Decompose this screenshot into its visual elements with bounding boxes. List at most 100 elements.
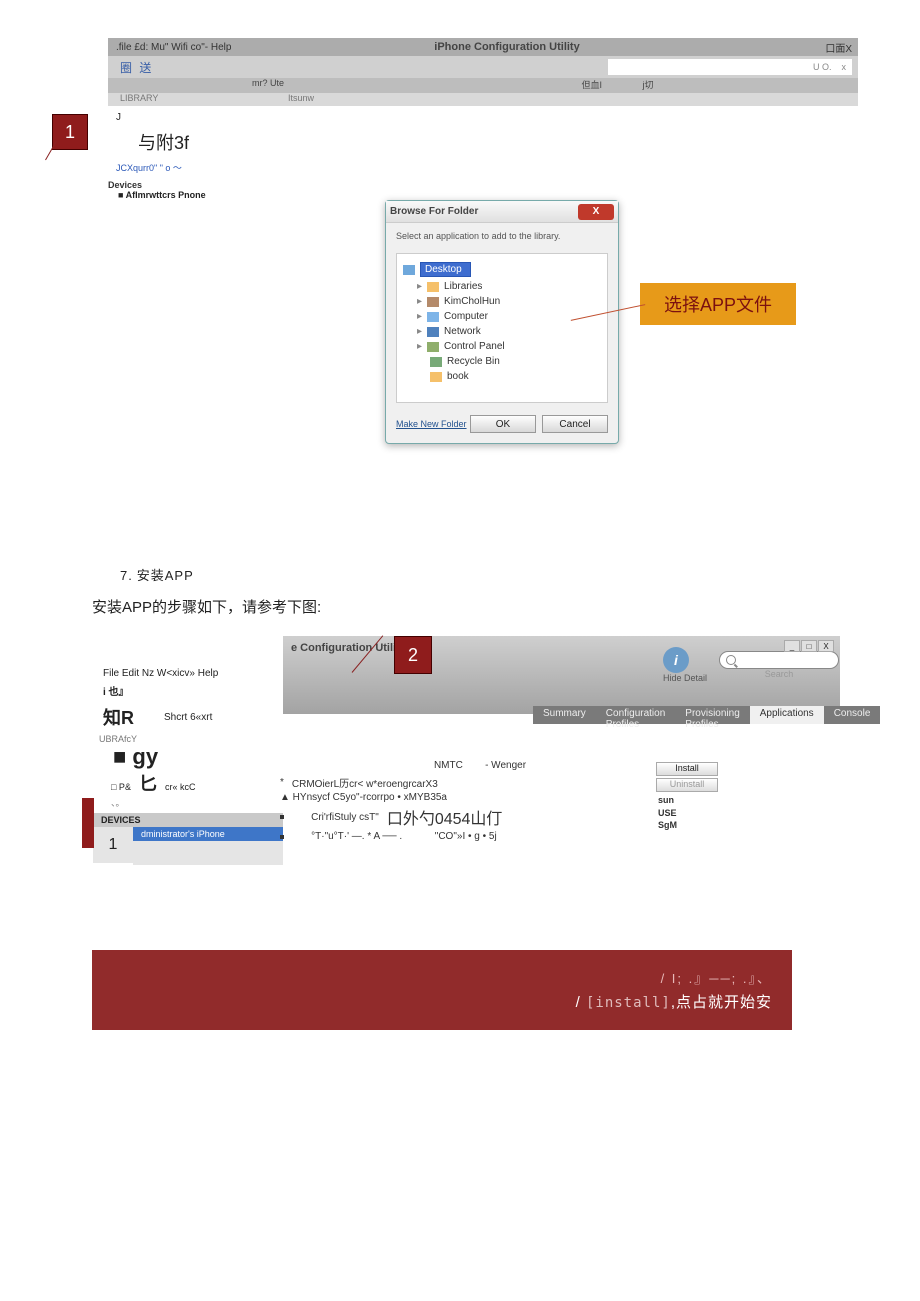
detail-hd2: - Wenger: [485, 760, 526, 771]
tree-item-cp[interactable]: ▸Control Panel: [403, 339, 601, 354]
maximize-button[interactable]: □: [801, 640, 817, 652]
dialog-title-bar: Browse For Folder X: [386, 201, 618, 223]
side-blue[interactable]: JCXqurr0" " o 〜: [108, 161, 288, 174]
s2-devices-header: DEVICES: [93, 813, 283, 827]
search-x[interactable]: x: [842, 62, 847, 72]
s2-row2b: Shcrt 6«xrt: [164, 712, 212, 723]
detail-row-4: °T·"u°T·' ―. * A ── . "CO"»I • g • 5j: [280, 831, 680, 842]
tab-config[interactable]: Configuration Profiles: [596, 706, 675, 724]
s2-row1: i 也』: [93, 681, 283, 700]
callout-orange-text: 选择APP文件: [664, 291, 772, 317]
header-row: LIBRARY Itsunw: [108, 93, 858, 106]
network-icon: [427, 327, 439, 337]
step-7-heading: 7. 安装APP: [120, 565, 194, 584]
s2-grey: [133, 841, 283, 865]
sub-r2: j切: [608, 78, 688, 93]
red-side-bar: [82, 798, 94, 848]
install-button[interactable]: Install: [656, 762, 718, 776]
s2-selected-device[interactable]: dministrator's iPhone: [133, 827, 283, 841]
search-input[interactable]: [719, 651, 839, 669]
s2-one: 1: [93, 827, 133, 863]
step-title: 安装APP: [137, 568, 194, 583]
dialog-button-row: Make New Folder OK Cancel: [386, 407, 618, 443]
folder-tree[interactable]: Desktop ▸Libraries ▸KimCholHun ▸Computer…: [396, 253, 608, 403]
make-new-folder-link[interactable]: Make New Folder: [396, 419, 467, 429]
tree-item-user[interactable]: ▸KimCholHun: [403, 294, 601, 309]
sub-r1: 但血I: [288, 78, 608, 93]
s2-menu[interactable]: File Edit Nz W<xicv» Help: [93, 666, 283, 681]
tree-item-desktop[interactable]: Desktop: [403, 260, 601, 279]
tab-applications[interactable]: Applications: [750, 706, 824, 724]
banner-code: [install]: [586, 995, 671, 1011]
user-icon: [427, 297, 439, 307]
sub-left: mr? Ute: [108, 78, 288, 93]
device-item[interactable]: ■ AfImrwttcrs Pnone: [108, 190, 288, 200]
s2-row6: 、。: [93, 796, 283, 809]
window-title-bar: .file £d: Mu" Wifi co"- Help iPhone Conf…: [108, 38, 858, 56]
install-panel: Install Uninstall sun USE SgM: [656, 762, 718, 832]
window-buttons[interactable]: _ □ X: [784, 640, 834, 652]
banner-line-2: / [install],点占就开始安: [576, 991, 772, 1012]
side-l1: J: [108, 112, 288, 123]
ok-button[interactable]: OK: [470, 415, 536, 433]
s2-row4: ■ gy: [93, 744, 283, 770]
callout-badge-1: 1: [52, 114, 88, 150]
dialog-instruction: Select an application to add to the libr…: [386, 223, 618, 249]
tabs: Summary Configuration Profiles Provision…: [533, 706, 880, 724]
detail-row-1: *CRMOierL历cr< w*eroengrcarX3: [280, 775, 680, 790]
sidebar: J 与附3f JCXqurr0" " o 〜 Devices ■ AfImrwt…: [108, 106, 288, 200]
folder-icon: [430, 372, 442, 382]
s2-title: e Configuration Utility: [291, 642, 406, 654]
uninstall-button[interactable]: Uninstall: [656, 778, 718, 792]
callout-2-number: 2: [408, 645, 418, 666]
s2-sidebar: File Edit Nz W<xicv» Help i 也』 知R Shcrt …: [93, 636, 283, 865]
list-item: SgM: [658, 819, 718, 832]
toolbar-row: 圈 送 U O. x: [108, 56, 858, 78]
search-field[interactable]: U O. x: [608, 59, 852, 75]
tree-item-libraries[interactable]: ▸Libraries: [403, 279, 601, 294]
list-item: sun: [658, 794, 718, 807]
detail-hd1: NMTC: [434, 760, 463, 771]
hide-detail-icon[interactable]: i: [663, 647, 689, 673]
app-title: iPhone Configuration Utility: [356, 41, 658, 53]
dialog-close-button[interactable]: X: [578, 204, 614, 220]
callout-badge-2: 2: [394, 636, 432, 674]
banner-pre: /: [576, 994, 586, 1011]
s2-toolbar: _ □ X e Configuration Utility i Hide Det…: [283, 636, 840, 714]
callout-line-1: [45, 141, 57, 161]
tree-item-network[interactable]: ▸Network: [403, 324, 601, 339]
s2-detail-block: NMTC - Wenger *CRMOierL历cr< w*eroengrcar…: [280, 760, 680, 844]
side-big: 与附3f: [108, 129, 288, 155]
tree-item-computer[interactable]: ▸Computer: [403, 309, 601, 324]
banner-line-1: / I; .』──; .』、: [661, 968, 772, 987]
browse-folder-dialog: Browse For Folder X Select an applicatio…: [385, 200, 619, 444]
tab-provisioning[interactable]: Provisioning Profiles: [675, 706, 749, 724]
header-b: Itsunw: [288, 93, 328, 106]
s2-row5c: cr« kcC: [165, 782, 196, 792]
toolbar-left: 圈 送: [108, 59, 168, 76]
desktop-icon: [403, 265, 415, 275]
s2-row2a: 知R: [103, 700, 134, 734]
control-panel-icon: [427, 342, 439, 352]
tab-console[interactable]: Console: [824, 706, 881, 724]
minimize-button[interactable]: _: [784, 640, 800, 652]
tree-item-recycle[interactable]: Recycle Bin: [403, 354, 601, 369]
search-label: Search: [719, 669, 839, 679]
install-list: sun USE SgM: [656, 794, 718, 832]
callout-orange: 选择APP文件: [640, 283, 796, 325]
callout-number: 1: [65, 122, 75, 143]
dialog-title: Browse For Folder: [390, 206, 478, 217]
detail-header: NMTC - Wenger: [280, 760, 680, 771]
window-controls[interactable]: 口面X: [658, 40, 858, 55]
devices-label: Devices: [108, 180, 288, 190]
sub-row: mr? Ute 但血I j切: [108, 78, 858, 93]
s2-row5a: □ P&: [111, 782, 131, 792]
s2-row3: UBRAfcY: [93, 734, 283, 744]
detail-row-3: Cri'rfiStuly csT"口外勺0454山仃: [280, 805, 680, 829]
close-button[interactable]: X: [818, 640, 834, 652]
tab-summary[interactable]: Summary: [533, 706, 596, 724]
hide-detail-label: Hide Detail: [663, 673, 707, 683]
cancel-button[interactable]: Cancel: [542, 415, 608, 433]
tree-item-book[interactable]: book: [403, 369, 601, 384]
search-hint: U O.: [813, 62, 832, 72]
